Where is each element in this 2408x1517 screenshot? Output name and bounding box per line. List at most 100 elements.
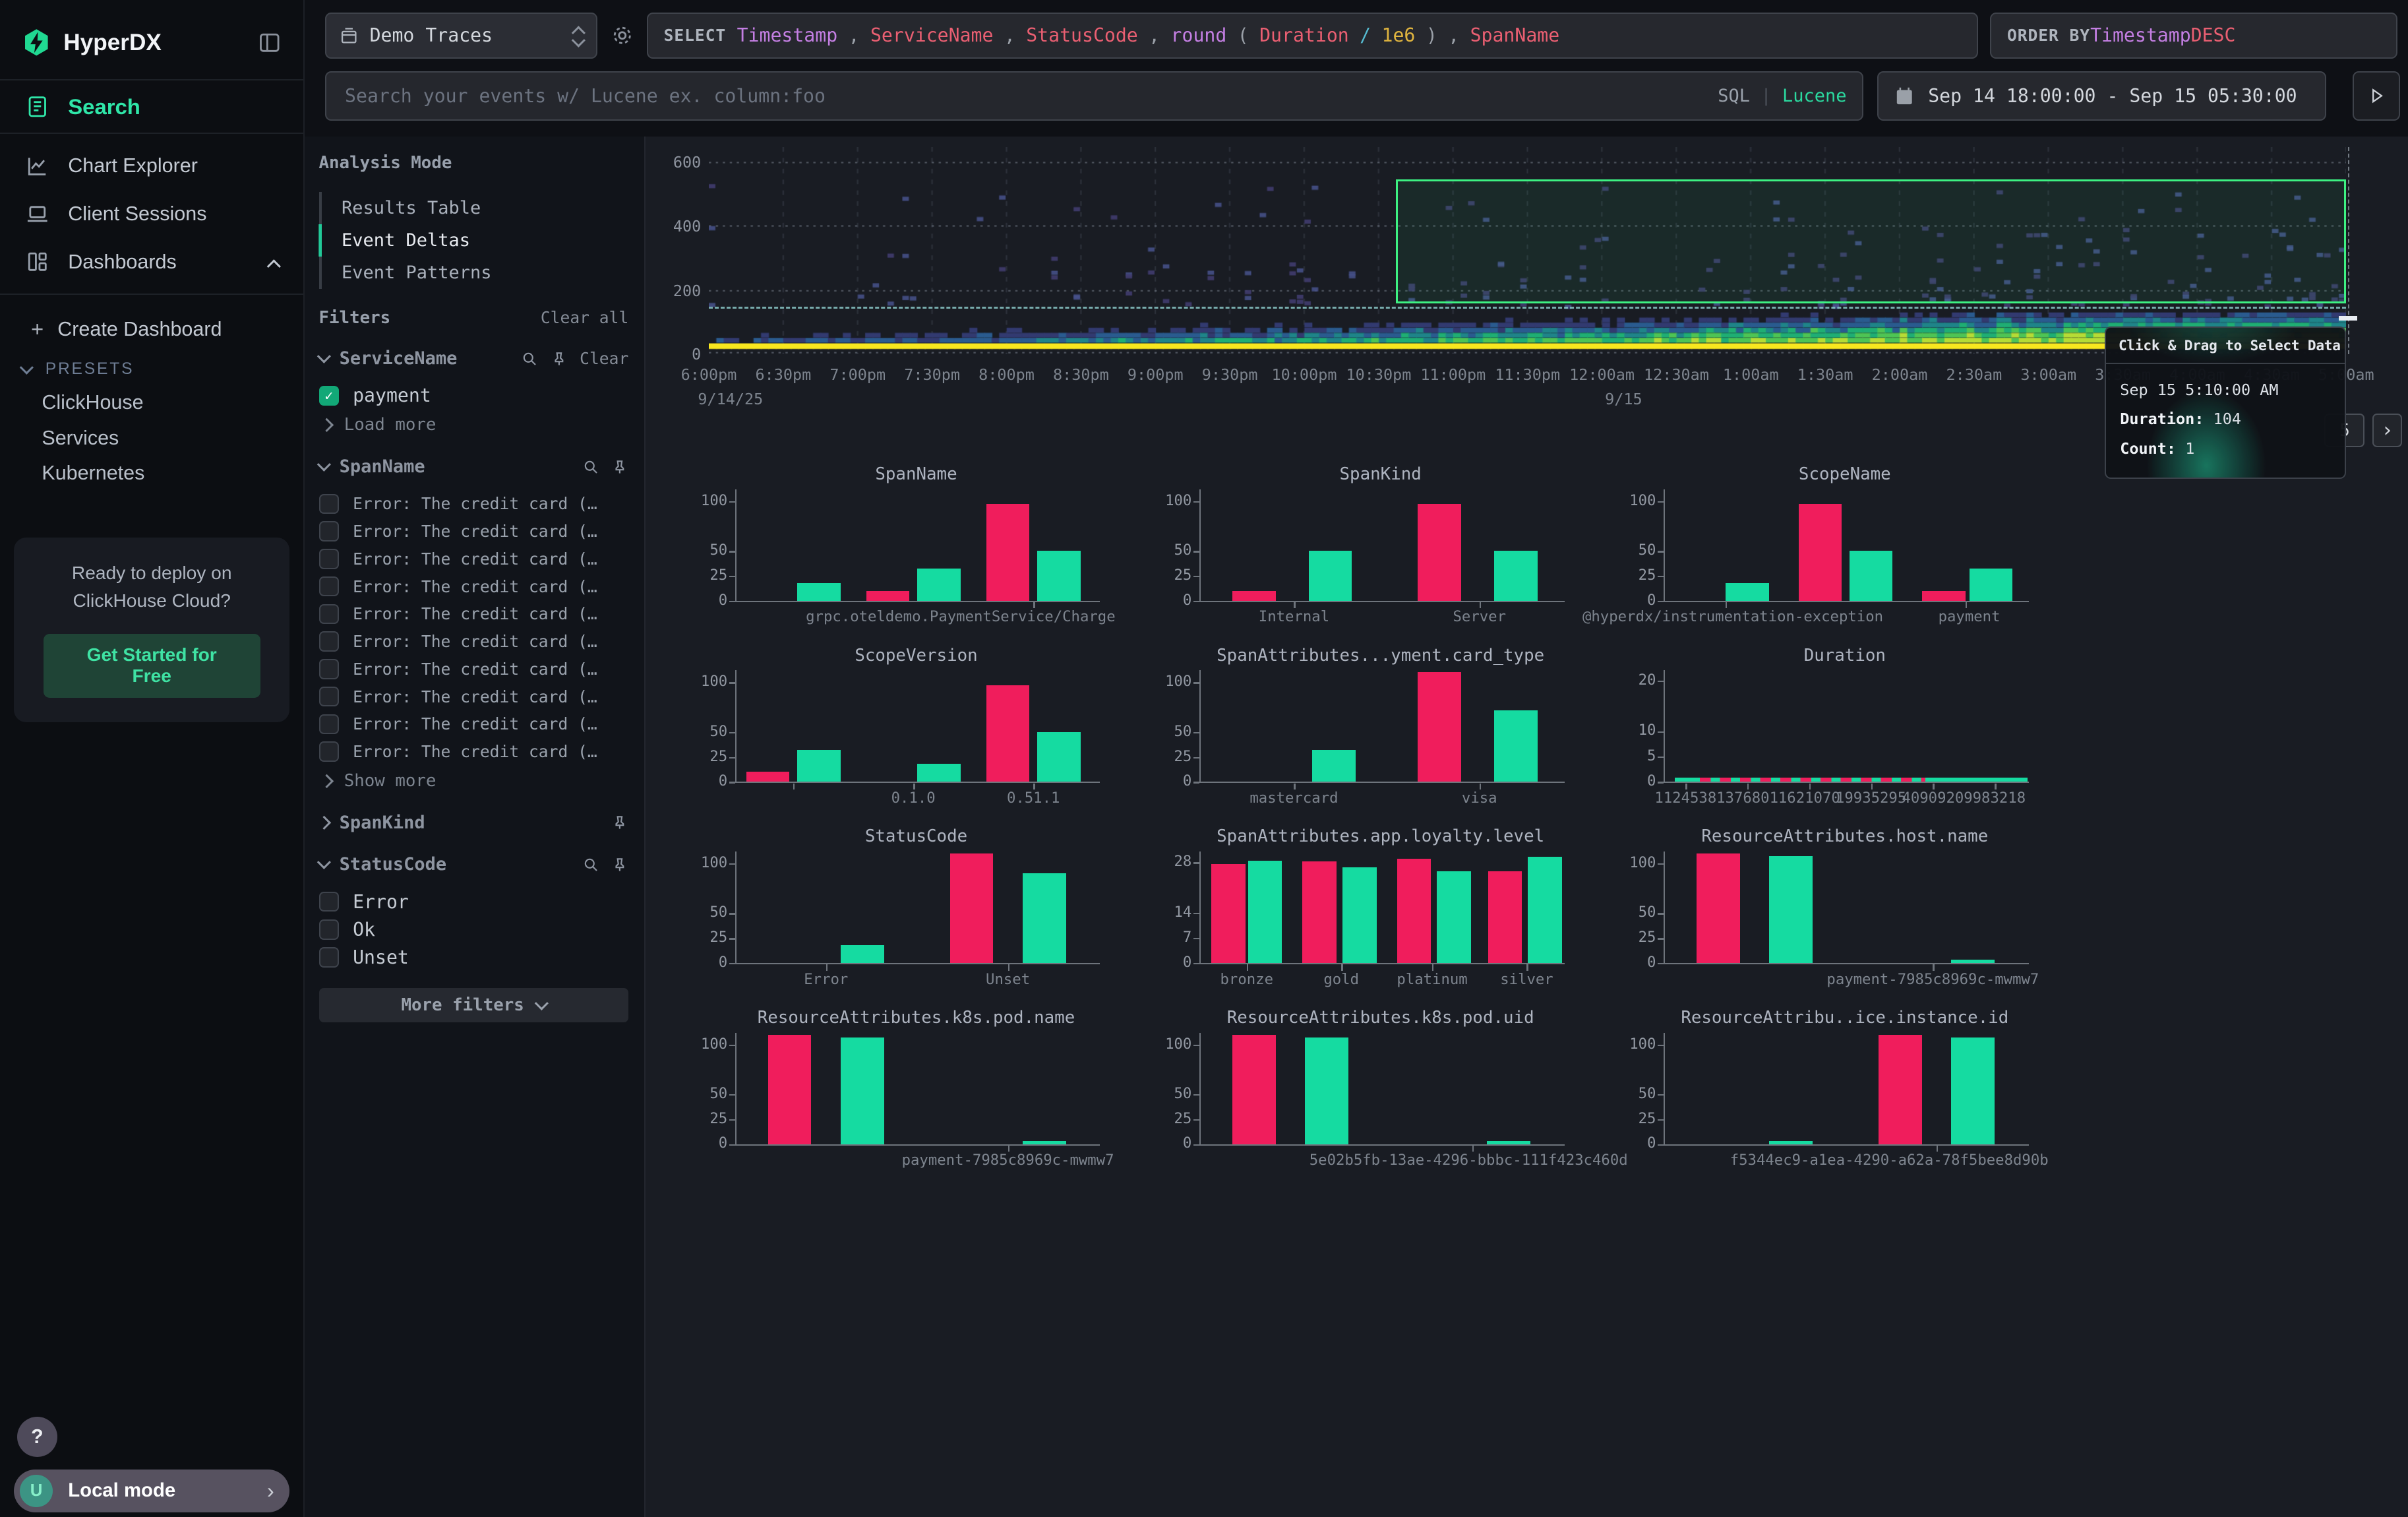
filter-checkbox-row[interactable]: Error: The credit card (… [319,518,629,545]
search-icon[interactable] [582,856,599,873]
filter-section-header[interactable]: SpanName [319,454,629,480]
delta-bar-inlier [1309,551,1352,600]
analysis-mode-event-patterns[interactable]: Event Patterns [322,257,629,289]
show-more-button[interactable]: Show more [322,768,628,793]
filter-section-header[interactable]: SpanKind [319,811,629,836]
checkbox-unchecked[interactable] [319,494,340,514]
sql-token: SELECT [664,26,727,45]
chart-x-label: 0.1.0 [891,789,936,807]
filter-checkbox-row[interactable]: Error: The credit card (… [319,738,629,766]
chart-x-tickmark [1526,964,1528,970]
sidebar-item-clickhouse[interactable]: ClickHouse [0,385,303,421]
filter-checkbox-row[interactable]: Error: The credit card (… [319,628,629,656]
checkbox-unchecked[interactable] [319,549,340,569]
sidebar-item-client-sessions[interactable]: Client Sessions [0,190,303,238]
get-started-button[interactable]: Get Started for Free [44,634,260,698]
source-select[interactable]: Demo Traces [325,13,597,59]
help-button[interactable]: ? [17,1417,57,1457]
analysis-mode-event-deltas[interactable]: Event Deltas [322,224,629,257]
heatmap-tooltip: Click & Drag to Select Data Sep 15 5:10:… [2105,326,2346,478]
chart-y-tick: 0 [1141,954,1191,971]
chart-x-tickmark [1966,602,1967,608]
chart-x-label: 0.51.1 [1007,789,1060,807]
checkbox-unchecked[interactable] [319,741,340,762]
delta-chart-spanattributes-yment-card-type: SpanAttributes...yment.card_type02550100… [1141,646,1590,819]
filter-checkbox-row[interactable]: Error: The credit card (… [319,573,629,600]
clear-all-button[interactable]: Clear all [541,308,628,327]
avatar: U [20,1475,52,1507]
checkbox-unchecked[interactable] [319,687,340,707]
checkbox-unchecked[interactable] [319,576,340,597]
chart-y-tick: 0 [1141,1134,1191,1152]
sidebar-item-chart-explorer[interactable]: Chart Explorer [0,142,303,190]
checkbox-unchecked[interactable] [319,659,340,679]
delta-chart-statuscode: StatusCode02550100ErrorUnset [677,826,1126,1000]
filter-checkbox-row[interactable]: Error: The credit card (… [319,655,629,683]
checkbox-unchecked[interactable] [319,714,340,735]
filter-section-statuscode: StatusCode ErrorOkUnset [319,852,629,972]
pin-icon[interactable] [611,458,628,476]
run-query-button[interactable] [2353,71,2401,121]
filter-checkbox-row[interactable]: Error: The credit card (… [319,683,629,710]
logs-icon [25,94,50,119]
chart-x-tickmark [1747,784,1749,789]
pin-icon[interactable] [611,856,628,873]
analysis-mode-label: Analysis Mode [319,153,629,173]
delta-bar-outlier [986,504,1030,600]
filter-checkbox-row[interactable]: Error: The credit card (… [319,490,629,518]
create-dashboard-button[interactable]: + Create Dashboard [0,304,303,351]
heatmap-drag-handle[interactable] [2339,316,2357,321]
date-range-picker[interactable]: Sep 14 18:00:00 - Sep 15 05:30:00 [1877,71,2326,121]
checkbox-unchecked[interactable] [319,892,340,912]
sidebar-item-services[interactable]: Services [0,420,303,456]
pagination-next-button[interactable]: › [2372,414,2402,448]
more-filters-button[interactable]: More filters [319,988,629,1022]
checkbox-unchecked[interactable] [319,521,340,542]
clear-filter-button[interactable]: Clear [580,349,628,368]
heatmap-selection-box[interactable] [1396,179,2346,303]
filter-checkbox-row[interactable]: Error: The credit card (… [319,600,629,628]
order-by-input[interactable]: ORDER BY Timestamp DESC [1990,13,2397,59]
source-settings-gear-icon[interactable] [610,23,635,48]
checkbox-unchecked[interactable] [319,919,340,940]
checkbox-unchecked[interactable] [319,947,340,968]
local-mode-button[interactable]: U Local mode › [14,1470,289,1513]
filter-checkbox-row[interactable]: Error [319,888,629,915]
filter-checkbox-row[interactable]: Unset [319,943,629,971]
filter-checkbox-row[interactable]: Error: The credit card (… [319,710,629,738]
chart-y-tickmark [729,1094,735,1096]
delta-bar-outlier [1418,672,1461,782]
sql-select-input[interactable]: SELECT Timestamp, ServiceName, StatusCod… [647,13,1978,59]
sidebar-item-search[interactable]: Search [0,80,303,133]
analysis-mode-list: Results TableEvent DeltasEvent Patterns [319,192,629,290]
analysis-mode-results-table[interactable]: Results Table [322,192,629,224]
more-label: Load more [344,415,436,435]
lang-sql-toggle[interactable]: SQL [1718,86,1750,106]
chart-x-label: 1621070 [1778,789,1840,807]
checkbox-unchecked[interactable] [319,631,340,652]
delta-bar-inlier [797,750,841,782]
lang-lucene-toggle[interactable]: Lucene [1782,86,1846,106]
search-icon[interactable] [521,350,538,367]
filter-section-header[interactable]: StatusCode [319,852,629,877]
filter-section-header[interactable]: ServiceNameClear [319,346,629,371]
search-icon[interactable] [582,458,599,476]
presets-toggle[interactable]: PRESETS [0,351,303,385]
search-input[interactable] [342,84,1718,109]
filter-checkbox-row[interactable]: Ok [319,915,629,943]
filter-checkbox-row[interactable]: ✓payment [319,382,629,410]
filter-checkbox-row[interactable]: Error: The credit card (… [319,545,629,573]
chart-y-tick: 100 [677,673,727,690]
sidebar-collapse-icon[interactable] [257,30,282,55]
chart-y-tick: 100 [677,854,727,871]
chart-x-tickmark [1871,784,1873,789]
checkbox-checked[interactable]: ✓ [319,386,340,406]
sidebar-item-kubernetes[interactable]: Kubernetes [0,456,303,491]
sidebar-item-dashboards[interactable]: Dashboards [0,238,303,286]
load-more-button[interactable]: Load more [322,413,628,438]
pin-icon[interactable] [551,350,568,367]
checkbox-unchecked[interactable] [319,604,340,625]
pin-icon[interactable] [611,814,628,831]
sql-token: Duration [1259,24,1349,46]
heatmap-crosshair [2348,147,2349,355]
